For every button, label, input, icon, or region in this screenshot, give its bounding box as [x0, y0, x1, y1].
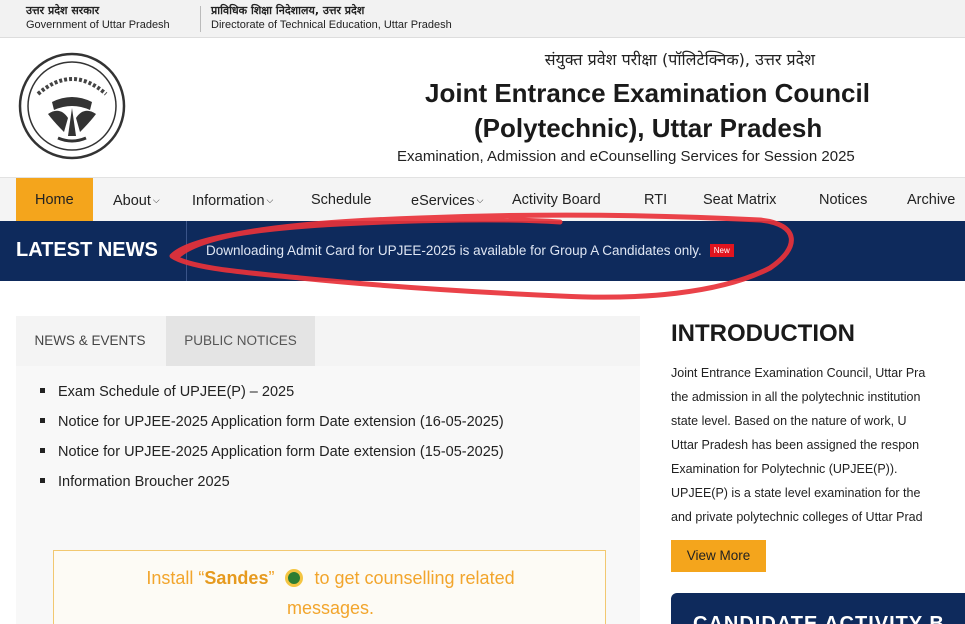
- intro-line: UPJEE(P) is a state level examination fo…: [671, 486, 921, 500]
- nav-rti-label: RTI: [644, 192, 668, 208]
- sandes-suffix: ”: [268, 568, 280, 588]
- nav-archive-label: Archive: [907, 192, 956, 208]
- sandes-prefix: Install “: [146, 568, 205, 588]
- news-ticker-link[interactable]: Downloading Admit Card for UPJEE-2025 is…: [206, 243, 734, 258]
- intro-line: Examination for Polytechnic (UPJEE(P)).: [671, 462, 898, 476]
- bullet-icon: [40, 388, 45, 393]
- government-hindi: उत्तर प्रदेश सरकार: [26, 4, 100, 17]
- news-events-panel: NEWS & EVENTS PUBLIC NOTICES Exam Schedu…: [16, 316, 640, 624]
- sandes-rest: to get counselling related: [309, 568, 515, 588]
- sandes-promo-text: Install “Sandes” to get counselling rela…: [54, 563, 607, 623]
- notice-item[interactable]: Notice for UPJEE-2025 Application form D…: [40, 442, 504, 472]
- nav-about-label: About: [113, 193, 151, 209]
- directorate-english: Directorate of Technical Education, Utta…: [211, 19, 452, 31]
- latest-news-bar: LATEST NEWS Downloading Admit Card for U…: [0, 221, 965, 281]
- introduction-heading: INTRODUCTION: [671, 320, 855, 347]
- notice-item[interactable]: Notice for UPJEE-2025 Application form D…: [40, 412, 504, 442]
- government-strip: उत्तर प्रदेश सरकार Government of Uttar P…: [0, 0, 965, 38]
- view-more-button[interactable]: View More: [671, 540, 766, 572]
- intro-line: state level. Based on the nature of work…: [671, 414, 907, 428]
- tab-news-events[interactable]: NEWS & EVENTS: [16, 316, 164, 366]
- site-title-line1: Joint Entrance Examination Council: [425, 78, 870, 108]
- nav-archive[interactable]: Archive: [907, 178, 955, 222]
- directorate-hindi: प्राविधिक शिक्षा निदेशालय, उत्तर प्रदेश: [211, 4, 365, 17]
- intro-line: the admission in all the polytechnic ins…: [671, 390, 921, 404]
- nav-schedule[interactable]: Schedule: [311, 178, 371, 222]
- nav-notices[interactable]: Notices: [819, 178, 867, 222]
- notice-list: Exam Schedule of UPJEE(P) – 2025 Notice …: [40, 382, 504, 502]
- government-link[interactable]: उत्तर प्रदेश सरकार Government of Uttar P…: [26, 4, 170, 32]
- nav-home-label: Home: [35, 192, 74, 208]
- chevron-down-icon: ⌵: [152, 195, 160, 205]
- nav-rti[interactable]: RTI: [644, 178, 667, 222]
- chevron-down-icon: ⌵: [266, 195, 274, 205]
- nav-eservices-label: eServices: [411, 193, 475, 209]
- notice-item[interactable]: Exam Schedule of UPJEE(P) – 2025: [40, 382, 504, 412]
- sandes-app-name: Sandes: [204, 568, 269, 588]
- nav-notices-label: Notices: [819, 192, 868, 208]
- hindi-title: संयुक्त प्रवेश परीक्षा (पॉलिटेक्निक), उत…: [544, 50, 815, 69]
- directorate-link[interactable]: प्राविधिक शिक्षा निदेशालय, उत्तर प्रदेश …: [211, 4, 452, 32]
- strip-divider: [200, 6, 201, 32]
- bullet-icon: [40, 418, 45, 423]
- nav-schedule-label: Schedule: [311, 192, 372, 208]
- bullet-icon: [40, 448, 45, 453]
- site-subtitle: Examination, Admission and eCounselling …: [397, 148, 855, 165]
- notice-item-text: Notice for UPJEE-2025 Application form D…: [58, 414, 504, 430]
- intro-line: and private polytechnic colleges of Utta…: [671, 510, 923, 524]
- intro-line: Joint Entrance Examination Council, Utta…: [671, 366, 926, 380]
- tab-public-notices[interactable]: PUBLIC NOTICES: [166, 316, 315, 366]
- notice-item[interactable]: Information Broucher 2025: [40, 472, 504, 502]
- new-badge: New: [709, 244, 734, 257]
- government-english: Government of Uttar Pradesh: [26, 19, 170, 31]
- intro-line: Uttar Pradesh has been assigned the resp…: [671, 438, 920, 452]
- news-ticker-text: Downloading Admit Card for UPJEE-2025 is…: [206, 243, 702, 258]
- nav-information[interactable]: Information ⌵: [192, 178, 273, 222]
- notice-item-text: Notice for UPJEE-2025 Application form D…: [58, 444, 504, 460]
- site-title-line2: (Polytechnic), Uttar Pradesh: [474, 113, 823, 143]
- sandes-promo-box: Install “Sandes” to get counselling rela…: [53, 550, 606, 624]
- nav-information-label: Information: [192, 193, 265, 209]
- candidate-activity-box: CANDIDATE ACTIVITY B: [671, 593, 965, 624]
- notice-item-text: Exam Schedule of UPJEE(P) – 2025: [58, 384, 295, 400]
- notice-item-text: Information Broucher 2025: [58, 474, 230, 490]
- nav-home[interactable]: Home: [16, 178, 93, 222]
- chevron-down-icon: ⌵: [476, 195, 484, 205]
- nav-eservices[interactable]: eServices ⌵: [411, 178, 484, 222]
- panel-body: Exam Schedule of UPJEE(P) – 2025 Notice …: [16, 366, 640, 624]
- sandes-line2: messages.: [286, 598, 375, 618]
- candidate-activity-title: CANDIDATE ACTIVITY B: [693, 613, 945, 624]
- nav-activity-board[interactable]: Activity Board: [512, 178, 601, 222]
- latest-news-label: LATEST NEWS: [16, 239, 158, 261]
- introduction-text: Joint Entrance Examination Council, Utta…: [671, 361, 965, 529]
- nav-seat-matrix[interactable]: Seat Matrix: [703, 178, 776, 222]
- news-divider: [186, 221, 187, 281]
- bullet-icon: [40, 478, 45, 483]
- main-nav: Home About ⌵ Information ⌵ Schedule eServi…: [0, 177, 965, 222]
- nav-about[interactable]: About ⌵: [113, 178, 160, 222]
- nav-seat-matrix-label: Seat Matrix: [703, 192, 777, 208]
- sandes-app-icon[interactable]: [285, 569, 304, 587]
- nav-activity-board-label: Activity Board: [512, 192, 601, 208]
